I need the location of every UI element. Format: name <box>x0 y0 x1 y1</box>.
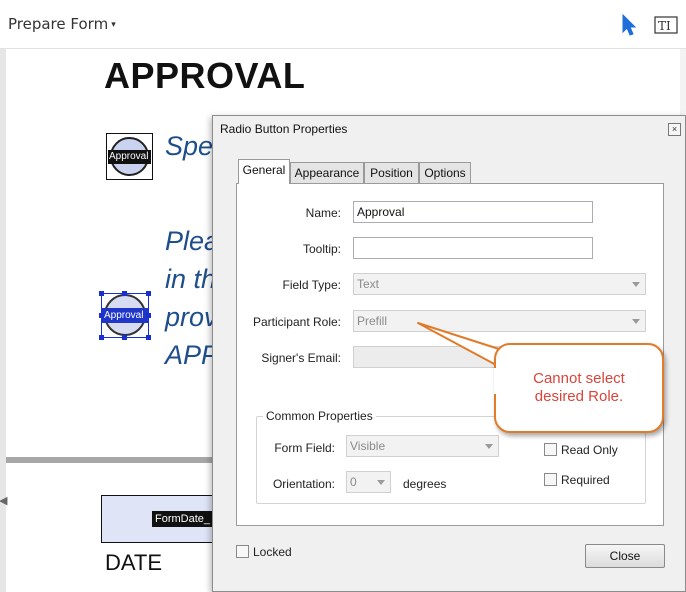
callout-bubble: Cannot select desired Role. <box>494 343 664 433</box>
resize-handle[interactable] <box>99 291 104 296</box>
tooltip-input[interactable] <box>353 237 593 259</box>
top-toolbar: Prepare Form ▾ TI <box>0 0 686 49</box>
callout-pointer-mask <box>494 368 500 394</box>
select-pointer-icon[interactable] <box>621 14 637 36</box>
radio-field-name-tag: Approval <box>108 150 151 164</box>
locked-label: Locked <box>253 545 292 559</box>
resize-handle[interactable] <box>99 313 104 318</box>
prepare-form-menu[interactable]: Prepare Form ▾ <box>8 15 116 33</box>
participant-role-label: Participant Role: <box>252 315 341 329</box>
document-text-line: prov <box>165 302 218 332</box>
field-type-label: Field Type: <box>282 278 341 292</box>
name-label: Name: <box>305 206 341 220</box>
chevron-down-icon <box>632 319 640 324</box>
orientation-select: 0 <box>346 471 391 493</box>
common-properties-title: Common Properties <box>263 409 376 423</box>
orientation-label: Orientation: <box>272 477 335 491</box>
chevron-down-icon <box>485 444 493 449</box>
document-text-line: APP <box>165 340 220 370</box>
selection-frame <box>101 293 149 338</box>
form-field-value: Visible <box>350 439 386 453</box>
close-button[interactable]: Close <box>585 544 665 568</box>
close-icon[interactable]: × <box>668 123 681 136</box>
document-text-line: Spe <box>165 131 214 161</box>
dialog-title: Radio Button Properties <box>220 122 348 136</box>
read-only-checkbox[interactable] <box>544 443 557 456</box>
chevron-down-icon: ▾ <box>111 20 116 30</box>
required-checkbox[interactable] <box>544 473 557 486</box>
approval-radio-field-1[interactable]: Approval <box>106 133 153 180</box>
chevron-down-icon <box>377 480 385 485</box>
svg-text:TI: TI <box>658 19 671 33</box>
field-type-select: Text <box>353 273 646 295</box>
resize-handle[interactable] <box>99 335 104 340</box>
tab-appearance[interactable]: Appearance <box>290 162 364 183</box>
chevron-down-icon <box>632 282 640 287</box>
document-text-line: Plea <box>165 226 220 256</box>
callout-line-2: desired Role. <box>534 388 624 405</box>
locked-checkbox[interactable] <box>236 545 249 558</box>
orientation-value: 0 <box>350 475 357 489</box>
tab-options[interactable]: Options <box>419 162 471 183</box>
name-input[interactable]: Approval <box>353 201 593 223</box>
callout-line-1: Cannot select <box>533 370 625 387</box>
participant-role-value: Prefill <box>357 314 388 328</box>
approval-heading: APPROVAL <box>104 55 306 96</box>
resize-handle[interactable] <box>146 291 151 296</box>
read-only-label: Read Only <box>561 443 618 457</box>
tooltip-label: Tooltip: <box>302 242 341 256</box>
formdate-text-field[interactable]: FormDate_ <box>101 495 221 543</box>
scroll-left-arrow-icon[interactable]: ◀ <box>0 494 7 507</box>
date-label: DATE <box>105 550 163 575</box>
required-label: Required <box>561 473 610 487</box>
tab-position[interactable]: Position <box>364 162 419 183</box>
prepare-form-label: Prepare Form <box>8 15 109 33</box>
callout-text: Cannot select desired Role. <box>496 370 662 406</box>
form-field-label: Form Field: <box>274 441 335 455</box>
text-field-tool-icon[interactable]: TI <box>654 14 678 36</box>
field-type-value: Text <box>357 277 380 291</box>
form-field-name-tag: FormDate_ <box>152 511 214 527</box>
signers-email-label: Signer's Email: <box>261 351 341 365</box>
resize-handle[interactable] <box>146 313 151 318</box>
document-left-margin <box>0 49 6 592</box>
document-text-line: in th <box>165 264 217 294</box>
tab-general[interactable]: General <box>238 159 290 184</box>
approval-radio-field-2-selected[interactable]: Approval <box>99 291 151 340</box>
form-field-select: Visible <box>346 435 499 457</box>
resize-handle[interactable] <box>122 291 127 296</box>
resize-handle[interactable] <box>122 335 127 340</box>
degrees-label: degrees <box>403 477 447 491</box>
resize-handle[interactable] <box>146 335 151 340</box>
